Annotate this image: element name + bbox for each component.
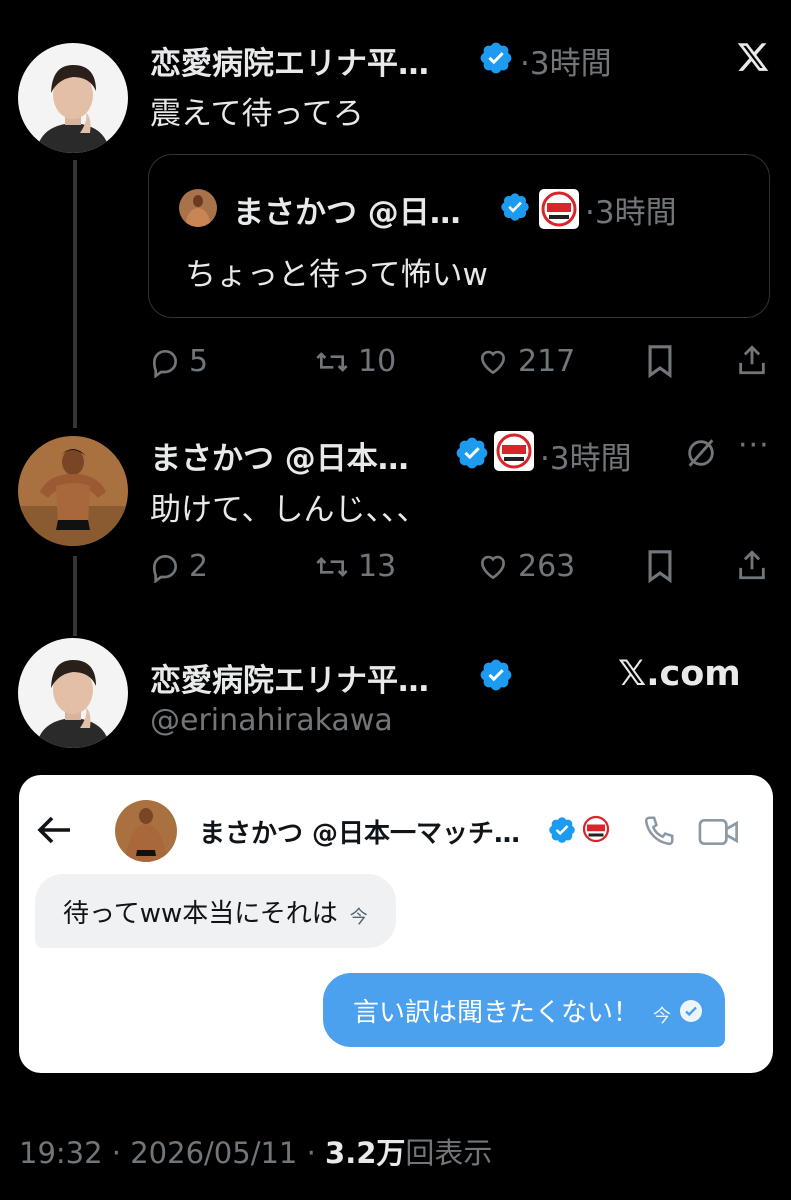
message-text: 言い訳は聞きたくない！: [353, 997, 640, 1028]
avatar[interactable]: [18, 436, 128, 546]
like-count: 217: [518, 344, 576, 379]
tweet-timestamp: 19:32 · 2026/05/11 ·: [19, 1136, 326, 1170]
tweet-meta: 19:32 · 2026/05/11 · 3.2万回表示: [19, 1130, 492, 1172]
x-logo-icon[interactable]: [736, 40, 770, 78]
like-icon: [480, 350, 506, 374]
repost-icon: [316, 351, 348, 372]
author-name: まさかつ @日…: [233, 195, 461, 231]
quoted-tweet-text: ちょっと待って怖いw: [185, 257, 488, 293]
author-name[interactable]: 恋愛病院エリナ平…: [150, 655, 429, 700]
view-count[interactable]: 3.2万: [325, 1136, 405, 1170]
channel-badge-icon: [494, 431, 534, 475]
verified-icon: [454, 435, 490, 475]
mute-icon[interactable]: [684, 436, 718, 474]
like-button[interactable]: 217: [476, 344, 575, 379]
channel-badge-icon: [539, 189, 579, 233]
video-icon[interactable]: [697, 815, 741, 853]
channel-badge-icon: [581, 813, 611, 849]
share-icon: [739, 345, 765, 375]
sent-message[interactable]: 言い訳は聞きたくない！ 今: [323, 973, 726, 1047]
back-arrow-icon[interactable]: [37, 815, 73, 849]
tweet-text: 震えて待ってろ: [150, 96, 364, 132]
repost-button[interactable]: 13: [314, 549, 396, 584]
avatar[interactable]: [18, 638, 128, 748]
message-text: 待ってww本当にそれは: [63, 898, 338, 929]
bookmark-icon: [648, 550, 672, 583]
thread-line: [73, 160, 77, 428]
avatar[interactable]: [18, 43, 128, 153]
thread-line: [73, 556, 77, 636]
bookmark-icon: [648, 345, 672, 378]
more-icon[interactable]: ···: [738, 428, 770, 463]
like-count: 263: [518, 549, 576, 584]
phone-icon[interactable]: [639, 813, 677, 855]
repost-count: 13: [358, 549, 397, 584]
verified-icon: [547, 815, 577, 849]
author-name[interactable]: まさかつ @日本…: [150, 433, 409, 478]
repost-icon: [316, 556, 348, 577]
tweet-time[interactable]: ·3時間: [540, 433, 632, 478]
share-icon: [739, 550, 765, 580]
view-label: 回表示: [405, 1136, 493, 1170]
reply-icon: [152, 554, 178, 583]
author-handle[interactable]: @erinahirakawa: [150, 703, 393, 738]
avatar[interactable]: [115, 800, 177, 862]
verified-icon: [499, 191, 531, 227]
share-button[interactable]: [735, 547, 769, 583]
reply-icon: [152, 349, 178, 378]
reply-count: 5: [189, 344, 209, 379]
author-name[interactable]: 恋愛病院エリナ平…: [150, 38, 429, 83]
tweet-text: 助けて、しんじ、、、: [150, 492, 428, 528]
verified-icon: [478, 657, 514, 697]
dm-contact-name[interactable]: まさかつ @日本一マッチ…: [199, 813, 520, 850]
reply-button[interactable]: 5: [149, 344, 208, 379]
dm-screenshot: まさかつ @日本一マッチ… 待ってww本当にそれは 今 言い訳は聞きたくない！ …: [19, 775, 773, 1073]
message-time: 今: [349, 907, 368, 928]
bookmark-button[interactable]: [645, 549, 675, 583]
repost-count: 10: [358, 344, 397, 379]
like-icon: [480, 555, 506, 579]
reply-button[interactable]: 2: [149, 549, 208, 584]
like-button[interactable]: 263: [476, 549, 575, 584]
avatar: [179, 189, 217, 227]
received-message[interactable]: 待ってww本当にそれは 今: [35, 874, 396, 948]
share-button[interactable]: [735, 342, 769, 378]
read-check-icon: [679, 999, 703, 1030]
repost-button[interactable]: 10: [314, 344, 396, 379]
message-time: 今: [653, 1006, 672, 1027]
bookmark-button[interactable]: [645, 344, 675, 378]
quoted-tweet[interactable]: まさかつ @日… ·3時間 ちょっと待って怖いw: [148, 154, 770, 318]
verified-icon: [478, 40, 514, 80]
tweet-time[interactable]: ·3時間: [520, 38, 612, 83]
tweet-time: ·3時間: [585, 195, 677, 231]
x-com-watermark: 𝕏.com: [618, 654, 741, 694]
reply-count: 2: [189, 549, 209, 584]
